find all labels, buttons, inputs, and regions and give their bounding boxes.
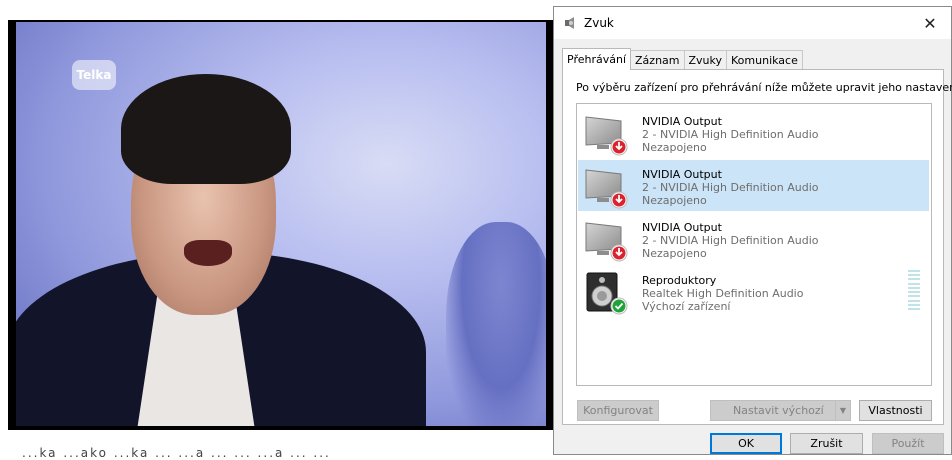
tab-recording[interactable]: Záznam [630, 50, 685, 70]
device-status: Nezapojeno [642, 141, 707, 154]
device-driver: Realtek High Definition Audio [642, 287, 804, 300]
cancel-button[interactable]: Zrušit [790, 433, 863, 454]
speaker-default-icon [586, 272, 628, 315]
device-item[interactable]: Reproduktory Realtek High Definition Aud… [578, 266, 929, 317]
device-name: Reproduktory [642, 274, 717, 287]
tab-sounds[interactable]: Zvuky [683, 50, 728, 70]
instruction-text: Po výběru zařízení pro přehrávání níže m… [576, 81, 952, 94]
chevron-down-icon[interactable]: ▼ [835, 401, 850, 420]
device-status: Nezapojeno [642, 247, 707, 260]
properties-button[interactable]: Vlastnosti [859, 400, 932, 421]
video-caption: ...ka ...ako ...ka ... ...a ... ... ...a… [22, 446, 331, 460]
device-driver: 2 - NVIDIA High Definition Audio [642, 234, 819, 247]
close-button[interactable]: ✕ [909, 7, 951, 39]
dialog-title: Zvuk [584, 16, 614, 30]
set-default-label: Nastavit výchozí [733, 404, 824, 417]
video-scene: Telka [16, 22, 546, 426]
channel-logo: Telka [72, 60, 116, 90]
tab-bar: Přehrávání Záznam Zvuky Komunikace [562, 48, 803, 70]
singer-mouth [184, 240, 232, 266]
device-list[interactable]: NVIDIA Output 2 - NVIDIA High Definition… [576, 103, 932, 386]
device-status: Výchozí zařízení [642, 300, 731, 313]
playback-panel: Po výběru zařízení pro přehrávání níže m… [562, 69, 952, 425]
device-name: NVIDIA Output [642, 221, 722, 234]
apply-button[interactable]: Použít [872, 433, 944, 454]
tab-communications[interactable]: Komunikace [726, 50, 803, 70]
singer-hair [121, 74, 291, 184]
device-status: Nezapojeno [642, 194, 707, 207]
speaker-icon [565, 17, 574, 29]
monitor-disconnected-icon [585, 222, 628, 262]
device-driver: 2 - NVIDIA High Definition Audio [642, 181, 819, 194]
ok-button[interactable]: OK [710, 433, 782, 454]
configure-button[interactable]: Konfigurovat [577, 400, 659, 421]
monitor-disconnected-icon [585, 116, 628, 156]
set-default-button[interactable]: Nastavit výchozí ▼ [710, 400, 851, 421]
sound-dialog: Zvuk ✕ Přehrávání Záznam Zvuky Komunikac… [553, 6, 952, 455]
volume-level-meter [908, 270, 920, 310]
close-icon: ✕ [923, 13, 937, 33]
title-bar[interactable]: Zvuk ✕ [554, 7, 951, 39]
device-item-selected[interactable]: NVIDIA Output 2 - NVIDIA High Definition… [578, 160, 929, 211]
video-frame: Telka [8, 20, 556, 430]
device-name: NVIDIA Output [642, 115, 722, 128]
tab-playback[interactable]: Přehrávání [562, 48, 632, 70]
background-silhouette [446, 222, 546, 426]
device-name: NVIDIA Output [642, 168, 722, 181]
device-item[interactable]: NVIDIA Output 2 - NVIDIA High Definition… [578, 107, 929, 158]
device-driver: 2 - NVIDIA High Definition Audio [642, 128, 819, 141]
device-item[interactable]: NVIDIA Output 2 - NVIDIA High Definition… [578, 213, 929, 264]
monitor-disconnected-icon [585, 169, 628, 209]
